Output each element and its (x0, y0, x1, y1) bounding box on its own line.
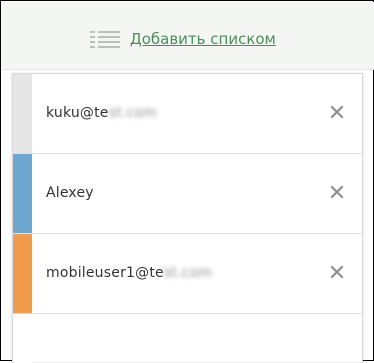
user-color-marker (13, 234, 32, 313)
remove-user-button[interactable]: ✕ (326, 74, 348, 153)
user-list-panel: Добавить списком kuku@test.com ✕ Alexey … (0, 0, 374, 363)
user-color-marker (13, 74, 32, 153)
remove-user-button[interactable]: ✕ (326, 234, 348, 313)
user-label: mobileuser1@test.com (46, 265, 213, 281)
user-color-marker (13, 154, 32, 233)
close-icon: ✕ (327, 261, 347, 286)
close-icon: ✕ (327, 101, 347, 126)
user-list: kuku@test.com ✕ Alexey ✕ mobileuser1@tes… (12, 73, 363, 363)
list-spacer (13, 314, 32, 363)
add-list-label: Добавить списком (130, 30, 276, 48)
list-icon (90, 29, 120, 49)
list-item: kuku@test.com ✕ (13, 74, 362, 154)
user-label: Alexey (46, 185, 94, 201)
close-icon: ✕ (327, 181, 347, 206)
list-item: mobileuser1@test.com ✕ (13, 234, 362, 314)
panel-header: Добавить списком (2, 2, 374, 70)
add-list-button[interactable]: Добавить списком (90, 27, 276, 51)
remove-user-button[interactable]: ✕ (326, 154, 348, 233)
list-item: Alexey ✕ (13, 154, 362, 234)
user-label: kuku@test.com (46, 105, 157, 121)
